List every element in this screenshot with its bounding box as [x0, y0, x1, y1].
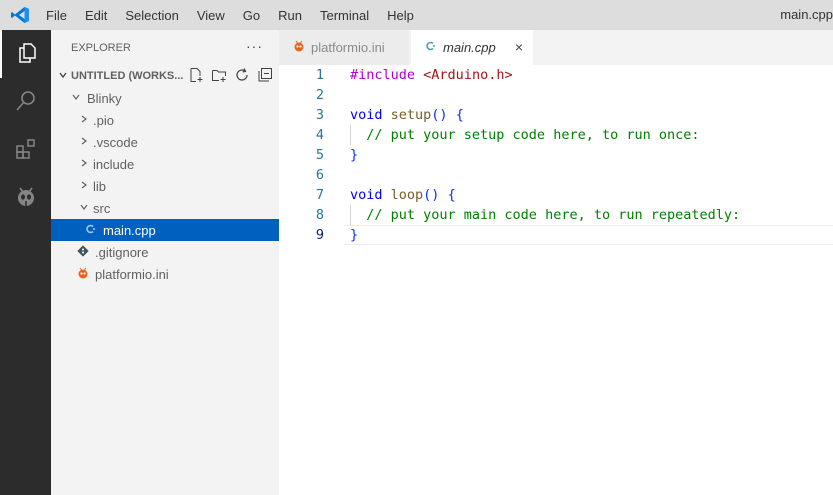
- chevron-right-icon: [77, 114, 91, 127]
- vscode-logo-icon: [10, 6, 30, 24]
- tree-item-label: main.cpp: [103, 222, 156, 238]
- menu-go[interactable]: Go: [234, 8, 269, 23]
- extensions-icon: [14, 137, 38, 164]
- tree-item-label: Blinky: [87, 90, 122, 106]
- menu-file[interactable]: File: [37, 8, 76, 23]
- tree-item-label: include: [93, 156, 135, 172]
- code-line-current: 9 }: [279, 225, 833, 245]
- line-number: 8: [315, 207, 324, 223]
- more-actions-icon[interactable]: ···: [246, 38, 263, 54]
- tree-item-src[interactable]: src: [51, 197, 279, 219]
- line-text: void setup() {: [350, 107, 464, 123]
- workspace-section-header[interactable]: UNTITLED (WORKS...: [51, 65, 279, 87]
- code-editor[interactable]: 1 #include <Arduino.h> 2 3 void setup() …: [279, 65, 833, 495]
- tree-item-label: platformio.ini: [95, 266, 169, 282]
- menu-selection[interactable]: Selection: [116, 8, 187, 23]
- close-icon[interactable]: ×: [515, 39, 523, 55]
- line-number: 4: [315, 127, 324, 143]
- code-line: 6: [279, 165, 833, 185]
- search-icon: [14, 89, 38, 116]
- platformio-file-icon: [293, 40, 305, 55]
- tab-platformio-ini[interactable]: platformio.ini: [279, 30, 410, 65]
- code-line: 3 void setup() {: [279, 105, 833, 125]
- code-line: 5 }: [279, 145, 833, 165]
- tree-item-pio[interactable]: .pio: [51, 109, 279, 131]
- activity-platformio[interactable]: [0, 174, 51, 222]
- tree-item-lib[interactable]: lib: [51, 175, 279, 197]
- activity-explorer[interactable]: [0, 30, 51, 78]
- line-number: 6: [315, 167, 324, 183]
- chevron-right-icon: [77, 158, 91, 171]
- cpp-file-icon: [83, 223, 99, 238]
- activity-bar: [0, 30, 51, 495]
- tab-label: platformio.ini: [311, 40, 385, 55]
- tree-item-blinky[interactable]: Blinky: [51, 87, 279, 109]
- tab-main-cpp[interactable]: main.cpp ×: [411, 30, 533, 65]
- menu-view[interactable]: View: [188, 8, 234, 23]
- chevron-right-icon: [77, 136, 91, 149]
- platformio-file-icon: [75, 267, 91, 282]
- tab-label: main.cpp: [443, 40, 496, 55]
- tree-item-gitignore[interactable]: .gitignore: [51, 241, 279, 263]
- menu-edit[interactable]: Edit: [76, 8, 116, 23]
- tree-item-include[interactable]: include: [51, 153, 279, 175]
- git-file-icon: [75, 244, 91, 260]
- explorer-icon: [15, 41, 39, 68]
- editor-tab-bar: platformio.ini main.cpp ×: [279, 30, 833, 65]
- code-line: 2: [279, 85, 833, 105]
- chevron-down-icon: [77, 202, 91, 215]
- tree-item-label: src: [93, 200, 111, 216]
- menu-terminal[interactable]: Terminal: [311, 8, 378, 23]
- code-line: 4 // put your setup code here, to run on…: [279, 125, 833, 145]
- code-line: 7 void loop() {: [279, 185, 833, 205]
- tree-item-label: .vscode: [93, 134, 138, 150]
- chevron-down-icon: [55, 70, 71, 83]
- line-text: void loop() {: [350, 187, 456, 203]
- new-folder-icon[interactable]: [211, 67, 227, 83]
- line-text: #include <Arduino.h>: [350, 67, 513, 83]
- tree-item-label: .pio: [93, 112, 114, 128]
- line-number: 5: [315, 147, 324, 163]
- code-line: 8 // put your main code here, to run rep…: [279, 205, 833, 225]
- line-text: }: [350, 227, 359, 243]
- chevron-right-icon: [77, 180, 91, 193]
- line-text: // put your main code here, to run repea…: [350, 207, 741, 223]
- new-file-icon[interactable]: [188, 67, 204, 83]
- menu-run[interactable]: Run: [269, 8, 311, 23]
- line-number: 9: [315, 227, 324, 243]
- collapse-all-icon[interactable]: [257, 67, 273, 83]
- line-text: }: [350, 147, 359, 163]
- tree-item-platformio-ini[interactable]: platformio.ini: [51, 263, 279, 285]
- line-number: 2: [315, 87, 324, 103]
- refresh-icon[interactable]: [234, 67, 250, 83]
- sidebar-title: EXPLORER: [71, 41, 131, 54]
- title-bar: File Edit Selection View Go Run Terminal…: [0, 0, 833, 30]
- tree-item-vscode[interactable]: .vscode: [51, 131, 279, 153]
- explorer-sidebar: EXPLORER ··· UNTITLED (WORKS... Blinky .…: [51, 30, 279, 495]
- window-title: main.cpp: [780, 7, 833, 22]
- line-number: 7: [315, 187, 324, 203]
- activity-search[interactable]: [0, 78, 51, 126]
- tree-item-label: lib: [93, 178, 107, 194]
- line-number: 1: [315, 67, 324, 83]
- sidebar-header: EXPLORER ···: [51, 30, 279, 65]
- menu-help[interactable]: Help: [378, 8, 423, 23]
- file-tree: Blinky .pio .vscode include lib src main…: [51, 87, 279, 285]
- workspace-name: UNTITLED (WORKS...: [71, 70, 184, 82]
- chevron-down-icon: [69, 92, 83, 105]
- platformio-icon: [14, 185, 38, 212]
- line-text: // put your setup code here, to run once…: [350, 127, 700, 143]
- tree-item-main-cpp[interactable]: main.cpp: [51, 219, 279, 241]
- menu-bar: File Edit Selection View Go Run Terminal…: [37, 0, 423, 30]
- explorer-toolbar: [188, 67, 273, 83]
- activity-extensions[interactable]: [0, 126, 51, 174]
- tree-item-label: .gitignore: [95, 244, 149, 260]
- line-number: 3: [315, 107, 324, 123]
- code-line: 1 #include <Arduino.h>: [279, 65, 833, 85]
- cpp-file-icon: [425, 40, 437, 55]
